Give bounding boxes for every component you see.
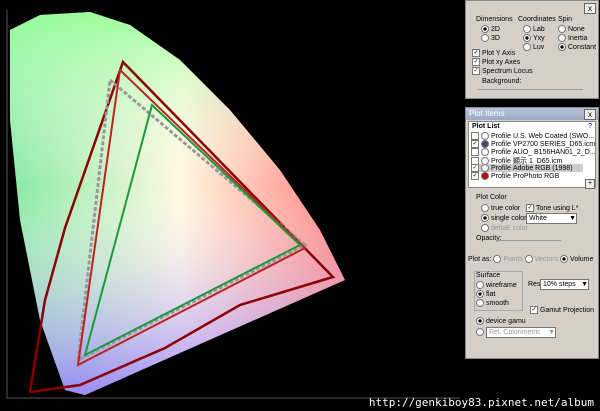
spin-label: Spin (558, 16, 573, 23)
view-panel: x Dimensions 2D 3D Coordinates Lab Yxy L… (465, 0, 599, 99)
radio-constant[interactable]: Constant (558, 43, 596, 51)
color-dot-icon (481, 164, 489, 172)
plot-list-label: Plot List (472, 123, 500, 130)
color-dot-icon (481, 132, 489, 140)
watermark: http://genkiboy83.pixnet.net/album (368, 396, 594, 409)
surface-label: Surface (476, 272, 501, 279)
radio-vectors[interactable]: Vectors (524, 255, 558, 263)
radio-3d[interactable]: 3D (481, 34, 500, 42)
plot-list: Plot List ? Profile U.S. Web Coated (SWO.… (468, 121, 596, 188)
close-button[interactable]: x (584, 109, 596, 120)
opacity-slider[interactable] (496, 240, 561, 241)
list-item[interactable]: ✓ Profile ProPhoto RGB (471, 172, 583, 180)
plot-color-label: Plot Color (476, 194, 507, 201)
background-slider[interactable] (478, 89, 583, 90)
plot-y-axis-checkbox[interactable]: ✓ Plot Y Axis (472, 49, 515, 57)
list-item[interactable]: ✓ Profile Adobe RGB (1998) (471, 164, 583, 172)
list-item[interactable]: Profile AUO_ B156HAN01_2_D... (471, 148, 596, 156)
row-checkbox[interactable]: ✓ (471, 164, 479, 172)
plot-items-panel: Plot Items x Plot List ? Profile U.S. Web… (465, 107, 599, 359)
intent-select[interactable]: Rel. Colorimetric ▼ (486, 327, 556, 338)
close-button[interactable]: x (584, 3, 596, 14)
list-item[interactable]: Profile U.S. Web Coated (SWO... (471, 132, 594, 140)
gamut-projection-checkbox[interactable]: ✓ Gamut Projection (530, 306, 594, 314)
color-dot-icon (481, 148, 489, 156)
radio-yxy[interactable]: Yxy (523, 34, 545, 42)
background-label: Background: (482, 78, 522, 85)
list-item[interactable]: ✓ Profile VP2700 SERIES_D65.icm (471, 140, 595, 148)
row-checkbox[interactable]: ✓ (471, 172, 479, 180)
row-checkbox[interactable] (471, 132, 479, 140)
radio-deltae-color[interactable]: deltaE color (481, 224, 528, 232)
radio-device-gamut[interactable]: device gamu (476, 317, 526, 325)
radio-true-color[interactable]: true color (481, 204, 520, 212)
radio-lab[interactable]: Lab (523, 25, 545, 33)
radio-points[interactable]: Points (493, 255, 523, 263)
radio-wireframe[interactable]: wireframe (476, 281, 517, 289)
plot-xy-axes-checkbox[interactable]: ✓ Plot xy Axes (472, 58, 520, 66)
help-icon[interactable]: ? (588, 123, 592, 130)
spectrum-locus (10, 12, 345, 395)
radio-flat[interactable]: flat (476, 290, 495, 298)
color-dot-icon (481, 172, 489, 180)
radio-volume[interactable]: Volume (560, 255, 593, 263)
panel-title: Plot Items (466, 108, 598, 120)
radio-inertia[interactable]: Inertia (558, 34, 587, 42)
color-select[interactable]: White ▼ (526, 213, 577, 224)
radio-2d[interactable]: 2D (481, 25, 500, 33)
radio-smooth[interactable]: smooth (476, 299, 509, 307)
row-checkbox[interactable]: ✓ (471, 140, 479, 148)
res-select[interactable]: 10% steps ▼ (540, 279, 589, 290)
plot-as-row: Plot as: Points Vectors Volume (468, 255, 594, 263)
chromaticity-plot[interactable] (0, 0, 462, 411)
spectrum-locus-checkbox[interactable]: ✓ Spectrum Locus (472, 67, 533, 75)
add-button[interactable]: + (585, 179, 595, 189)
row-checkbox[interactable] (471, 148, 479, 156)
color-dot-icon (481, 140, 489, 148)
dimensions-label: Dimensions (476, 16, 513, 23)
radio-luv[interactable]: Luv (523, 43, 544, 51)
radio-none[interactable]: None (558, 25, 585, 33)
tone-checkbox[interactable]: ✓ Tone using L* (526, 204, 578, 212)
coordinates-label: Coordinates (518, 16, 556, 23)
radio-single-color[interactable]: single color (481, 214, 526, 222)
